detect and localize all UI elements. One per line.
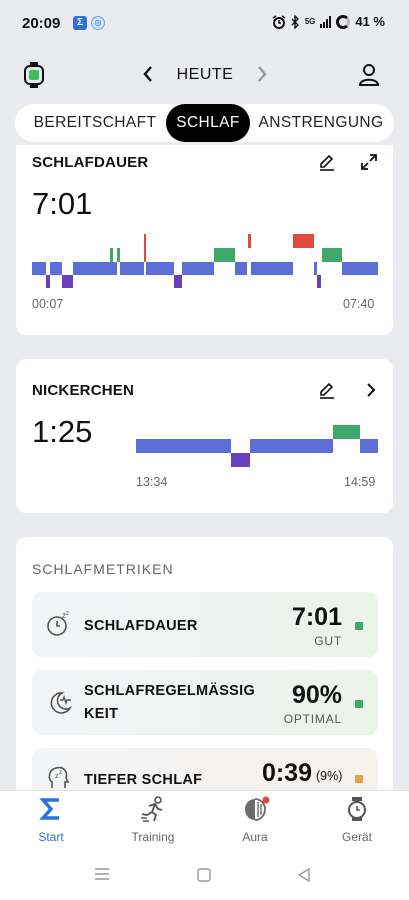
status-time: 20:09 — [22, 15, 61, 32]
edit-icon[interactable] — [318, 381, 336, 399]
metrics-title: SCHLAFMETRIKEN — [32, 561, 174, 577]
hypnogram — [32, 228, 378, 292]
hypnogram-light-segment — [182, 262, 214, 275]
globe-notification-icon: ◎ — [91, 16, 105, 30]
metric-percent: (9%) — [316, 769, 343, 783]
sigma-notification-icon: Σ — [73, 16, 87, 30]
device-watch-icon[interactable] — [24, 62, 44, 88]
network-type: 5G — [304, 17, 316, 26]
chevron-left-icon[interactable] — [141, 63, 155, 85]
expand-icon[interactable] — [360, 153, 378, 171]
svg-text:z: z — [66, 611, 69, 617]
status-icons: 5G 41 % — [272, 14, 385, 29]
nav-label-aura: Aura — [242, 830, 268, 844]
hypnogram-deep-segment — [46, 275, 50, 288]
status-dot — [355, 700, 363, 708]
sigma-icon — [39, 798, 59, 820]
tab-anstrengung[interactable]: ANSTRENGUNG — [256, 104, 386, 142]
chevron-right-icon[interactable] — [364, 381, 378, 399]
status-dot — [355, 775, 363, 783]
nap-start-time: 13:34 — [136, 475, 168, 489]
nav-geraet[interactable] — [312, 796, 402, 822]
nap-hypnogram — [136, 422, 378, 470]
hypnogram-awake-segment — [144, 234, 146, 262]
hypnogram-light-segment — [32, 262, 46, 275]
hypnogram-rem-segment — [117, 248, 120, 262]
nav-label-training: Training — [131, 830, 175, 844]
hypnogram-rem-segment — [110, 248, 113, 262]
nap-rem-segment — [333, 425, 360, 439]
nap-light-segment — [136, 439, 231, 453]
battery-icon — [336, 14, 351, 29]
status-dot — [355, 622, 363, 630]
nav-start[interactable] — [6, 796, 96, 822]
nav-label-geraet: Gerät — [341, 830, 372, 844]
moon-heartbeat-icon — [50, 692, 73, 714]
hypnogram-light-segment — [251, 262, 293, 275]
hypnogram-light-segment — [235, 262, 247, 275]
sleep-start-time: 00:07 — [32, 297, 64, 311]
page-title: HEUTE — [176, 66, 234, 83]
hypnogram-light-segment — [342, 262, 378, 275]
metric-value: 0:39 — [261, 759, 312, 787]
metric-label-line2: KEIT — [84, 706, 119, 722]
metric-value: 7:01 — [291, 603, 342, 631]
nap-end-time: 14:59 — [344, 475, 376, 489]
nav-training[interactable] — [108, 796, 198, 822]
metric-label: SCHLAFDAUER — [84, 618, 198, 634]
edit-icon[interactable] — [318, 153, 336, 171]
tab-bereitschaft[interactable]: BEREITSCHAFT — [30, 104, 160, 142]
hypnogram-rem-segment — [214, 248, 235, 262]
recent-apps-icon[interactable] — [94, 867, 110, 881]
profile-icon[interactable] — [358, 63, 380, 87]
home-icon[interactable] — [196, 867, 212, 883]
sleep-duration-value: 7:01 — [32, 186, 93, 221]
hypnogram-rem-segment — [322, 248, 342, 262]
metric-rating: OPTIMAL — [283, 712, 342, 726]
running-icon — [141, 796, 163, 822]
watch-icon — [348, 797, 366, 821]
chevron-right-icon[interactable] — [255, 63, 269, 85]
sleep-end-time: 07:40 — [343, 297, 375, 311]
nap-light-segment — [250, 439, 333, 453]
alarm-icon — [272, 14, 286, 29]
nap-duration-value: 1:25 — [32, 414, 93, 449]
hypnogram-light-segment — [314, 262, 317, 275]
battery-percent: 41 % — [355, 14, 385, 29]
nap-light-segment — [360, 439, 378, 453]
bluetooth-icon — [291, 14, 299, 29]
metric-label: TIEFER SCHLAF — [84, 772, 203, 788]
signal-icon — [320, 15, 332, 28]
hypnogram-light-segment — [50, 262, 62, 275]
back-icon[interactable] — [296, 867, 312, 883]
nav-label-start: Start — [38, 830, 64, 844]
hypnogram-deep-segment — [62, 275, 73, 288]
nap-deep-segment — [231, 453, 250, 467]
hypnogram-light-segment — [120, 262, 144, 275]
metric-label-line1: SCHLAFREGELMÄSSIG — [84, 683, 256, 699]
metric-value: 90% — [291, 681, 342, 709]
hypnogram-light-segment — [146, 262, 174, 275]
aura-icon — [245, 796, 270, 821]
hypnogram-light-segment — [73, 262, 117, 275]
sleep-card-title: SCHLAFDAUER — [32, 154, 149, 171]
hypnogram-deep-segment — [317, 275, 321, 288]
hypnogram-awake-segment — [293, 234, 314, 248]
head-sleep-icon: z z — [48, 766, 70, 788]
metric-rating: GUT — [314, 634, 342, 648]
hypnogram-awake-segment — [248, 234, 251, 248]
nap-card-title: NICKERCHEN — [32, 382, 135, 399]
nav-aura[interactable] — [210, 796, 300, 822]
tab-schlaf[interactable]: SCHLAF — [166, 104, 250, 142]
clock-sleep-icon: z z — [47, 611, 69, 636]
svg-text:z: z — [59, 770, 62, 776]
hypnogram-deep-segment — [174, 275, 182, 288]
